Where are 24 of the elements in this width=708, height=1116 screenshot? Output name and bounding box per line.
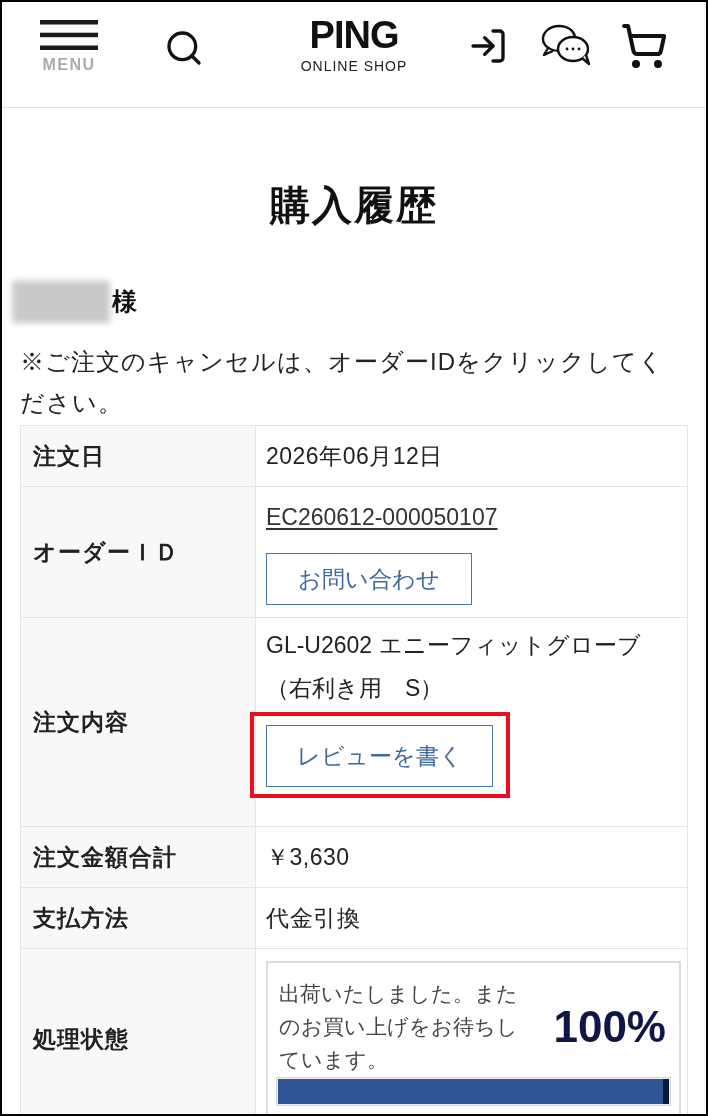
row-header-cell: 注文内容	[20, 617, 256, 827]
page-title: 購入履歴	[268, 182, 439, 229]
cart-icon[interactable]	[620, 22, 668, 70]
cancel-notice: ※ご注文のキャンセルは、オーダーIDをクリックしてください。	[20, 347, 665, 418]
shop-logo[interactable]: PING ONLINE SHOP	[292, 16, 416, 74]
row-header-cell: オーダーＩＤ	[20, 486, 256, 618]
table-cell: 2026年06月12日	[255, 425, 688, 487]
order-id-link[interactable]: EC260612-000050107	[266, 499, 498, 535]
table-cell: ￥3,630	[255, 826, 688, 888]
status-message: 出荷いたしました。またのお買い上げをお待ちしています。	[278, 981, 519, 1073]
table-cell: 代金引換	[255, 887, 688, 949]
row-header-cell: 注文日	[20, 425, 256, 487]
chat-bubbles-icon[interactable]	[540, 24, 592, 66]
progress-percent: 100%	[553, 1001, 667, 1052]
write-review-button[interactable]: レビューを書く	[266, 725, 493, 787]
honorific-text: 様	[112, 286, 137, 318]
inquiry-button[interactable]: お問い合わせ	[266, 553, 472, 605]
search-icon[interactable]	[164, 28, 204, 68]
menu-icon	[40, 20, 98, 50]
row-header-cell: 支払方法	[20, 887, 256, 949]
login-icon[interactable]	[468, 26, 508, 66]
product-name: GL-U2602 エニーフィットグローブ（右利き用 S）	[266, 631, 642, 703]
row-header-cell: 注文金額合計	[20, 826, 256, 888]
row-header-cell: 処理状態	[20, 948, 256, 1114]
